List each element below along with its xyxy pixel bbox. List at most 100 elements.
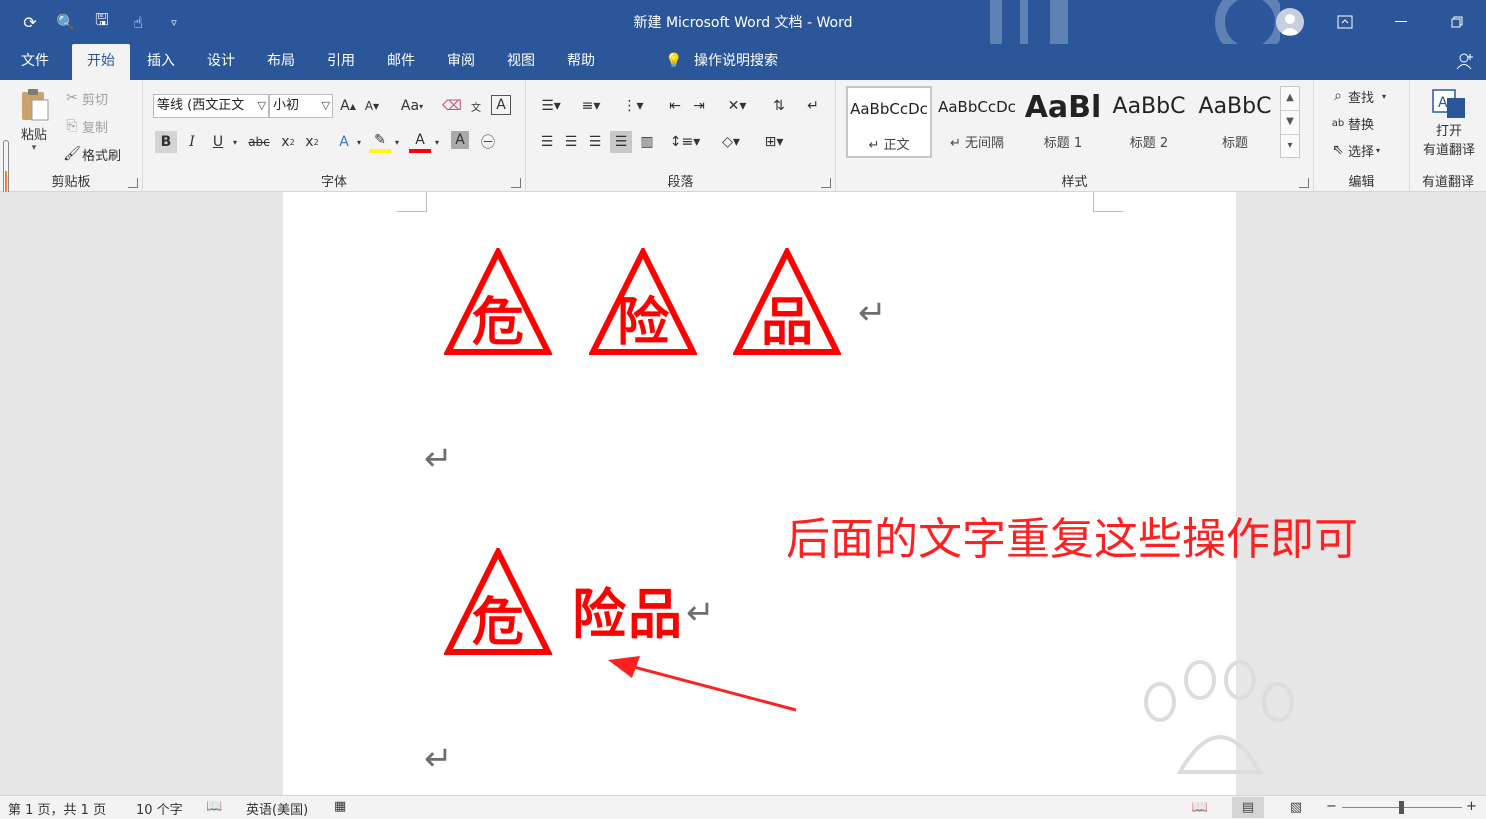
text-effects-dropdown-icon[interactable]: ▾ <box>353 131 365 153</box>
hazard-sign[interactable]: 险 <box>589 248 697 356</box>
shading-icon[interactable]: ◇▾ <box>716 131 746 153</box>
tab-help[interactable]: 帮助 <box>556 44 606 80</box>
minimize-button[interactable] <box>1384 8 1418 36</box>
styles-dialog-launcher[interactable] <box>1299 178 1309 188</box>
paste-button[interactable]: 粘贴 ▾ <box>14 88 54 153</box>
clear-formatting-icon[interactable]: ⌫ <box>441 95 463 117</box>
tab-mailings[interactable]: 邮件 <box>376 44 426 80</box>
zoom-in-icon[interactable]: + <box>1466 799 1477 814</box>
change-case-button[interactable]: Aa ▾ <box>395 95 429 117</box>
tab-view[interactable]: 视图 <box>496 44 546 80</box>
italic-button[interactable]: I <box>181 131 203 153</box>
tab-design[interactable]: 设计 <box>196 44 246 80</box>
enclose-characters-icon[interactable]: ㊀ <box>477 131 499 153</box>
phonetic-guide-icon[interactable]: 文 <box>465 95 487 117</box>
user-icon <box>1280 14 1300 35</box>
subscript-button[interactable]: x2 <box>277 131 299 153</box>
select-button[interactable]: ⇖ 选择 ▾ <box>1328 140 1380 160</box>
youdao-group-label: 有道翻译 <box>1421 175 1474 190</box>
zoom-out-icon[interactable]: − <box>1326 799 1337 814</box>
distributed-icon[interactable]: ▥ <box>636 131 658 153</box>
paragraph-dialog-launcher[interactable] <box>821 178 831 188</box>
shrink-font-button[interactable]: A ▼ <box>361 95 383 117</box>
style-no-spacing[interactable]: AaBbCcDc ↵ 无间隔 <box>934 86 1020 158</box>
align-center-icon[interactable]: ☰ <box>560 131 582 153</box>
tab-home[interactable]: 开始 <box>72 44 130 80</box>
read-mode-icon[interactable]: 📖 <box>1184 797 1216 818</box>
zoom-slider-thumb[interactable] <box>1399 801 1404 814</box>
style-title[interactable]: AaBbC 标题 <box>1192 86 1278 158</box>
chinese-layout-icon[interactable]: ✕▾ <box>722 95 752 117</box>
tab-references[interactable]: 引用 <box>316 44 366 80</box>
gallery-down-icon[interactable]: ▼ <box>1281 111 1299 135</box>
style-preview: AaBbCcDc <box>938 98 1016 116</box>
print-layout-icon[interactable]: ▤ <box>1232 797 1264 818</box>
ribbon-display-options-button[interactable] <box>1328 8 1362 36</box>
font-dialog-launcher[interactable] <box>511 178 521 188</box>
align-left-icon[interactable]: ☰ <box>536 131 558 153</box>
proofing-icon[interactable]: 📖 <box>206 799 222 814</box>
increase-indent-icon[interactable]: ⇥ <box>688 95 710 117</box>
hazard-sign[interactable]: 危 <box>444 248 552 356</box>
style-normal[interactable]: AaBbCcDc ↵ 正文 <box>846 86 932 158</box>
character-border-icon[interactable]: A <box>491 95 511 115</box>
minimize-icon <box>1395 21 1407 22</box>
align-right-icon[interactable]: ☰ <box>584 131 606 153</box>
line-spacing-icon[interactable]: ↕≡▾ <box>668 131 702 153</box>
hazard-sign[interactable]: 品 <box>733 248 841 356</box>
underline-button[interactable]: U <box>207 131 229 153</box>
tell-me-search[interactable]: 💡 操作说明搜索 <box>664 44 778 80</box>
annotation-text: 后面的文字重复这些操作即可 <box>786 514 1358 565</box>
style-heading-1[interactable]: AaBl 标题 1 <box>1020 86 1106 158</box>
justify-icon[interactable]: ☰ <box>610 131 632 153</box>
font-group-label: 字体 <box>320 175 347 190</box>
macro-icon[interactable]: ▦ <box>334 799 346 814</box>
font-size-dropdown-icon: ▽ <box>321 99 330 112</box>
superscript-button[interactable]: x2 <box>301 131 323 153</box>
clipboard-dialog-launcher[interactable] <box>128 178 138 188</box>
language-indicator[interactable]: 英语(美国) <box>246 799 308 818</box>
multilevel-list-icon[interactable]: ⋮▾ <box>618 95 648 117</box>
font-size-box[interactable]: 小初 ▽ <box>269 94 333 118</box>
borders-icon[interactable]: ⊞▾ <box>758 131 790 153</box>
gallery-more-icon[interactable]: ▾ <box>1281 135 1299 159</box>
tab-insert[interactable]: 插入 <box>136 44 186 80</box>
character-shading-icon[interactable]: A <box>451 131 469 149</box>
underline-dropdown-icon[interactable]: ▾ <box>229 131 241 153</box>
font-color-dropdown-icon[interactable]: ▾ <box>431 131 443 153</box>
show-marks-icon[interactable]: ↵ <box>802 95 824 117</box>
highlight-icon[interactable]: ✎ <box>369 131 391 153</box>
font-color-icon[interactable]: A <box>409 131 431 153</box>
share-icon[interactable] <box>1456 52 1480 72</box>
word-count[interactable]: 10 个字 <box>136 799 183 818</box>
bold-button[interactable]: B <box>155 131 177 153</box>
youdao-open-button[interactable]: A 打开 有道翻译 <box>1416 88 1482 158</box>
gallery-up-icon[interactable]: ▲ <box>1281 87 1299 111</box>
youdao-open-line2: 有道翻译 <box>1422 143 1475 158</box>
hazard-sign[interactable]: 危 <box>444 548 552 656</box>
format-painter-button[interactable]: 🖌 格式刷 <box>62 144 121 164</box>
replace-button[interactable]: ab 替换 <box>1328 113 1374 133</box>
restore-button[interactable] <box>1440 8 1474 36</box>
strikethrough-button[interactable]: abc <box>245 131 273 153</box>
find-button[interactable]: ⌕ 查找 ▾ <box>1328 86 1386 106</box>
cut-button[interactable]: ✂ 剪切 <box>62 88 108 108</box>
web-layout-icon[interactable]: ▧ <box>1280 797 1312 818</box>
tab-layout[interactable]: 布局 <box>256 44 306 80</box>
bullets-icon[interactable]: ☰▾ <box>536 95 566 117</box>
paragraph-mark: ↵ <box>686 593 715 633</box>
tab-review[interactable]: 审阅 <box>436 44 486 80</box>
user-avatar[interactable] <box>1276 8 1304 36</box>
numbering-icon[interactable]: ≡▾ <box>576 95 606 117</box>
sort-icon[interactable]: ⇅ <box>768 95 790 117</box>
style-heading-2[interactable]: AaBbC 标题 2 <box>1106 86 1192 158</box>
copy-button[interactable]: ⎘ 复制 <box>62 116 108 136</box>
paintbrush-icon: 🖌 <box>63 146 81 162</box>
font-name-box[interactable]: 等线 (西文正文 ▽ <box>153 94 269 118</box>
decrease-indent-icon[interactable]: ⇤ <box>664 95 686 117</box>
grow-font-button[interactable]: A ▲ <box>337 95 359 117</box>
tab-file[interactable]: 文件 <box>10 44 60 80</box>
highlight-dropdown-icon[interactable]: ▾ <box>391 131 403 153</box>
page-count[interactable]: 第 1 页，共 1 页 <box>8 799 106 818</box>
text-effects-icon[interactable]: A <box>333 131 355 153</box>
